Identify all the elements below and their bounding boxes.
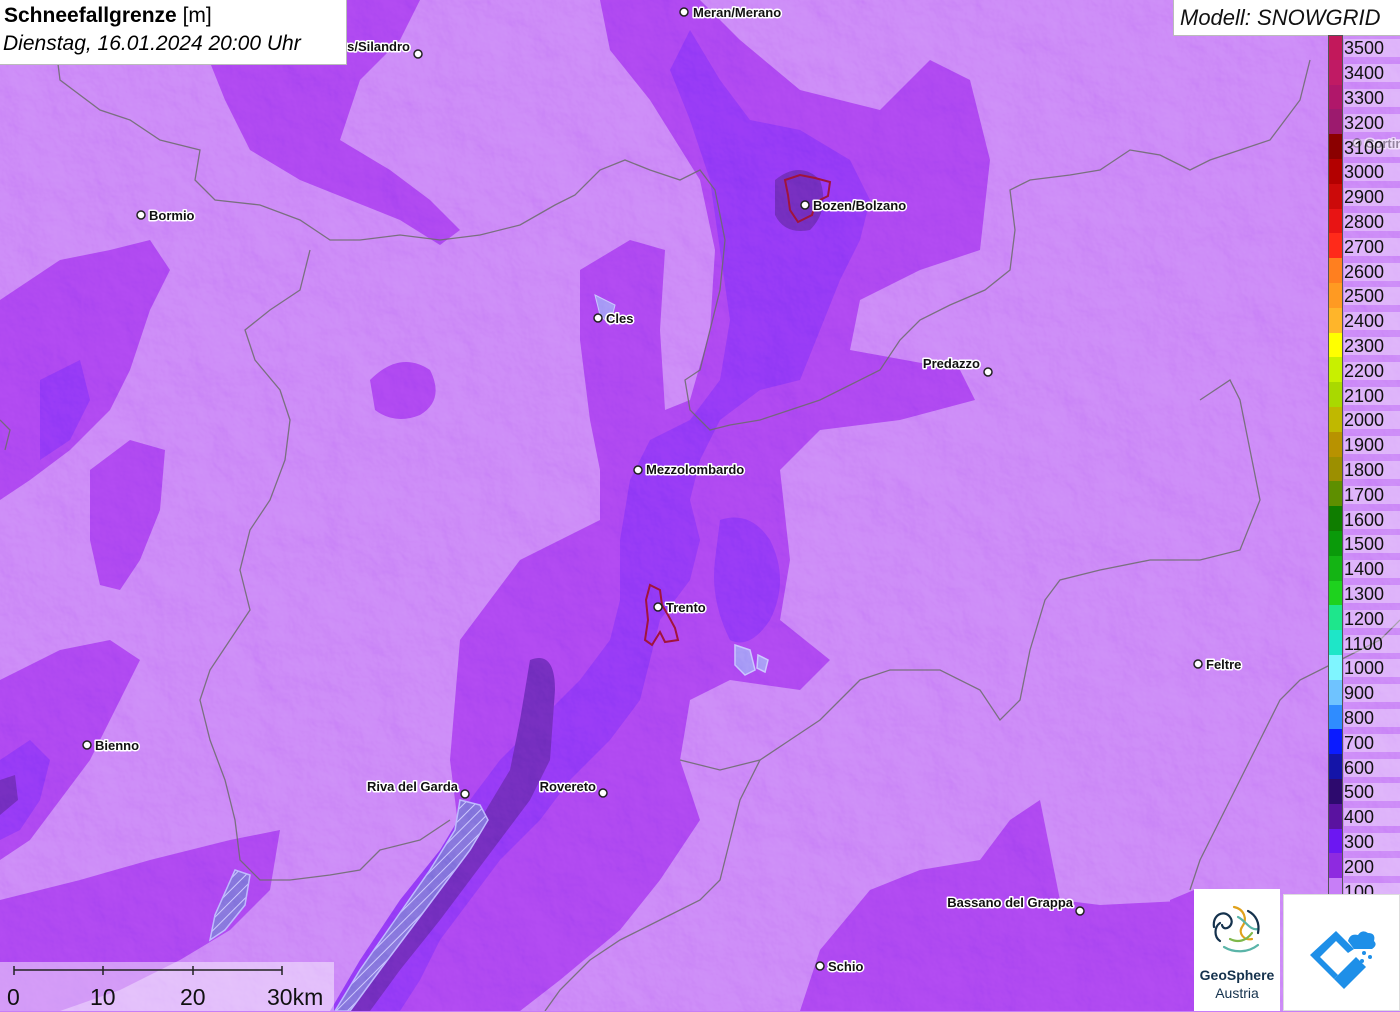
- map-title: Schneefallgrenze [m]: [4, 4, 212, 28]
- title-box: Schneefallgrenze [m] Dienstag, 16.01.202…: [0, 0, 347, 65]
- city-marker-meran: [679, 7, 689, 17]
- city-label-mezzolombardo: Mezzolombardo: [646, 462, 744, 477]
- city-label-schio: Schio: [828, 959, 863, 974]
- legend-label: 1600: [1344, 510, 1400, 529]
- city-marker-bozen: [800, 200, 810, 210]
- legend-label: 2500: [1344, 287, 1400, 306]
- legend-label: 1400: [1344, 560, 1400, 579]
- legend-label: 300: [1344, 833, 1400, 851]
- title-unit: [m]: [182, 4, 212, 27]
- legend-label: 1700: [1344, 485, 1400, 504]
- map-datetime: Dienstag, 16.01.2024 20:00 Uhr: [3, 32, 301, 55]
- city-marker-rovereto: [598, 788, 608, 798]
- geosphere-logo-line1: GeoSphere: [1199, 967, 1275, 983]
- app-logo[interactable]: [1283, 894, 1400, 1011]
- legend-label: 400: [1344, 808, 1400, 827]
- city-label-bassano: Bassano del Grappa: [947, 895, 1073, 910]
- city-label-predazzo: Predazzo: [923, 356, 980, 371]
- city-label-feltre: Feltre: [1206, 657, 1241, 672]
- legend-label: 3400: [1344, 64, 1400, 83]
- terrain-relief: [0, 0, 1400, 1011]
- legend-label: 2100: [1344, 386, 1400, 405]
- legend-label: 2400: [1344, 312, 1400, 331]
- legend-label: 3100: [1344, 138, 1400, 157]
- app-logo-icon: [1310, 931, 1376, 989]
- legend-label: 2700: [1344, 237, 1400, 256]
- model-label: Modell: SNOWGRID: [1180, 5, 1381, 30]
- city-label-bormio: Bormio: [149, 208, 195, 223]
- city-marker-feltre: [1193, 659, 1203, 669]
- city-marker-cles: [593, 313, 603, 323]
- legend-label: 1800: [1344, 461, 1400, 479]
- city-label-rovereto: Rovereto: [540, 779, 596, 794]
- geosphere-logo-icon: [1212, 905, 1260, 953]
- scale-bar: 0 10 20 30km: [0, 962, 334, 1011]
- legend-label: 1500: [1344, 535, 1400, 554]
- city-label-meran: Meran/Merano: [693, 5, 781, 20]
- legend-label: 700: [1344, 733, 1400, 752]
- legend-label: 500: [1344, 783, 1400, 802]
- model-box: Modell: SNOWGRID: [1173, 0, 1400, 36]
- geosphere-logo[interactable]: GeoSphere Austria: [1194, 889, 1280, 1011]
- city-marker-bienno: [82, 740, 92, 750]
- city-label-bienno: Bienno: [95, 738, 139, 753]
- city-marker-riva: [460, 789, 470, 799]
- legend-label: 1900: [1344, 436, 1400, 455]
- legend-label: 2300: [1344, 337, 1400, 355]
- legend-label: 1300: [1344, 585, 1400, 603]
- legend-label: 3500: [1344, 39, 1400, 58]
- city-marker-predazzo: [983, 367, 993, 377]
- legend-frame: [1328, 35, 1343, 905]
- city-marker-bormio: [136, 210, 146, 220]
- legend-label: 2200: [1344, 361, 1400, 380]
- city-marker-trento: [653, 602, 663, 612]
- city-label-riva: Riva del Garda: [367, 779, 459, 794]
- legend-label: 3200: [1344, 113, 1400, 132]
- city-label-cles: Cles: [606, 311, 633, 326]
- legend-label: 2600: [1344, 262, 1400, 281]
- scale-label-0: 0: [7, 984, 20, 1010]
- scale-label-30km: 30km: [267, 984, 324, 1010]
- snowline-map[interactable]: Meran/Merano Schlanders/Silandro Bormio …: [0, 0, 1400, 1011]
- city-marker-bassano: [1075, 906, 1085, 916]
- legend-label: 2000: [1344, 411, 1400, 430]
- city-marker-schio: [815, 961, 825, 971]
- legend-label: 200: [1344, 857, 1400, 876]
- legend-label: 800: [1344, 709, 1400, 727]
- legend-label: 900: [1344, 684, 1400, 703]
- legend-label: 3000: [1344, 163, 1400, 182]
- legend-label: 1100: [1344, 634, 1400, 653]
- legend-label: 1200: [1344, 609, 1400, 628]
- city-label-trento: Trento: [666, 600, 706, 615]
- color-legend: 3500 3400 3300 3200 3100 3000 2900 2800 2700 2600…: [1328, 35, 1400, 905]
- title-main: Schneefallgrenze: [4, 4, 177, 27]
- city-label-bozen: Bozen/Bolzano: [813, 198, 906, 213]
- legend-label: 2900: [1344, 188, 1400, 207]
- city-marker-schlanders: [413, 49, 423, 59]
- legend-label: 600: [1344, 758, 1400, 777]
- scale-label-20: 20: [180, 984, 206, 1010]
- legend-label: 2800: [1344, 213, 1400, 231]
- legend-label: 3300: [1344, 89, 1400, 107]
- scale-label-10: 10: [90, 984, 116, 1010]
- geosphere-logo-line2: Austria: [1215, 985, 1259, 1001]
- legend-label: 1000: [1344, 659, 1400, 678]
- city-marker-mezzolombardo: [633, 465, 643, 475]
